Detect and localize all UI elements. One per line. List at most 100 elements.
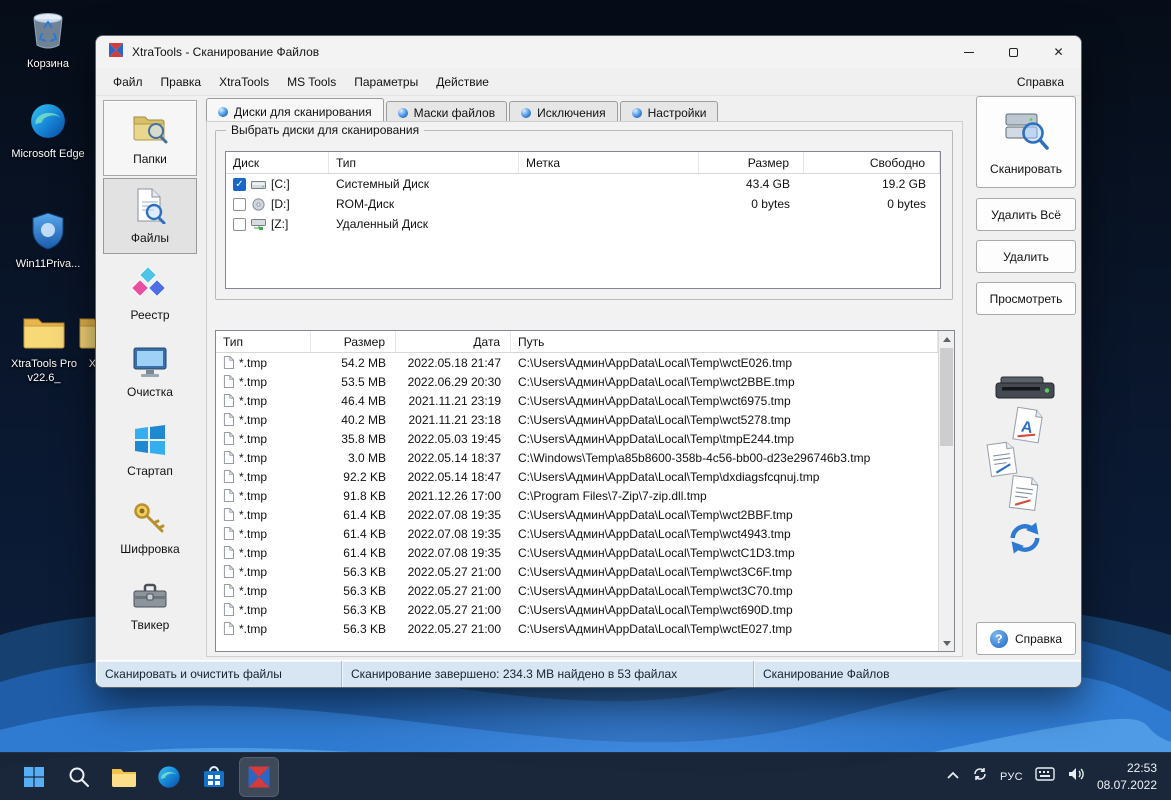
file-path: C:\Users\Админ\AppData\Local\Temp\wct2BB…	[518, 507, 793, 522]
sidebar-item-label: Стартап	[127, 463, 173, 478]
column-header-type[interactable]: Тип	[216, 331, 311, 352]
minimize-button[interactable]	[946, 36, 991, 68]
drive-row[interactable]: [Z:] Удаленный Диск	[226, 214, 940, 234]
sidebar-item-registry[interactable]: Реестр	[103, 256, 197, 332]
language-indicator[interactable]: РУС	[1000, 771, 1023, 783]
sidebar-item-cleanup[interactable]: Очистка	[103, 334, 197, 410]
scanner-device-icon	[994, 374, 1056, 402]
system-tray: РУС 22:53 08.07.2022	[946, 760, 1157, 792]
edge-button[interactable]	[149, 757, 189, 797]
column-header-label[interactable]: Метка	[519, 152, 699, 173]
desktop-icon-edge[interactable]: Microsoft Edge	[10, 102, 86, 162]
column-header-size[interactable]: Размер	[699, 152, 804, 173]
desktop-icon-label: Корзина	[27, 58, 69, 70]
drive-row[interactable]: ✓ [C:] Системный Диск 43.4 GB 19.2 GB	[226, 174, 940, 194]
sidebar-item-tweaker[interactable]: Твикер	[103, 568, 197, 644]
scroll-up-arrow[interactable]	[939, 331, 954, 347]
file-path: C:\Users\Админ\AppData\Local\Temp\wctE02…	[518, 355, 793, 370]
tray-chevron-up-icon[interactable]	[946, 768, 960, 786]
drive-groupbox: Выбрать диски для сканирования Диск Тип …	[215, 123, 953, 300]
folder-icon	[22, 314, 66, 355]
tray-sync-icon[interactable]	[972, 766, 988, 787]
file-icon	[223, 622, 234, 635]
file-row[interactable]: *.tmp 61.4 KB 2022.07.08 19:35 C:\Users\Адм…	[216, 505, 938, 524]
menu-file[interactable]: Файл	[104, 71, 152, 93]
desktop-icon-win11priva[interactable]: Win11Priva...	[10, 212, 86, 272]
menu-mstools[interactable]: MS Tools	[278, 71, 345, 93]
column-header-size[interactable]: Размер	[311, 331, 396, 352]
xtratools-taskbar-button[interactable]	[239, 756, 279, 797]
tab-dot-icon	[521, 108, 532, 118]
menu-xtratools[interactable]: XtraTools	[210, 71, 278, 93]
sidebar-item-files[interactable]: Файлы	[103, 178, 197, 254]
file-type: *.tmp	[216, 353, 311, 372]
drive-checkbox[interactable]: ✓	[233, 177, 246, 191]
column-header-disk[interactable]: Диск	[226, 152, 329, 173]
file-type: *.tmp	[216, 543, 311, 562]
drive-letter: [Z:]	[271, 217, 289, 231]
file-date: 2022.05.27 21:00	[407, 564, 501, 579]
touch-keyboard-icon[interactable]	[1035, 767, 1055, 786]
drive-checkbox[interactable]	[233, 217, 246, 231]
sidebar-item-folders[interactable]: Папки	[103, 100, 197, 176]
close-button[interactable]: ✕	[1036, 36, 1081, 68]
file-type: *.tmp	[216, 505, 311, 524]
drive-label	[519, 214, 699, 234]
menu-help[interactable]: Справка	[1008, 71, 1073, 93]
file-icon	[223, 584, 234, 597]
file-row[interactable]: *.tmp 61.4 KB 2022.07.08 19:35 C:\Users\Адм…	[216, 543, 938, 562]
file-path: C:\Users\Админ\AppData\Local\Temp\wct690…	[518, 602, 793, 617]
menu-action[interactable]: Действие	[427, 71, 498, 93]
drive-type: ROM-Диск	[336, 197, 395, 211]
desktop-icon-recycle-bin[interactable]: Корзина	[10, 8, 86, 72]
file-row[interactable]: *.tmp 46.4 MB 2021.11.21 23:19 C:\Users\Адм…	[216, 391, 938, 410]
file-explorer-button[interactable]	[104, 757, 144, 797]
store-button[interactable]	[194, 757, 234, 797]
desktop-icon-xtratools-folder[interactable]: XtraTools Pro v22.6_	[6, 314, 82, 386]
file-icon	[223, 375, 234, 388]
start-button[interactable]	[14, 757, 54, 797]
sidebar-item-label: Файлы	[130, 230, 170, 245]
column-header-date[interactable]: Дата	[396, 331, 511, 352]
vertical-scrollbar[interactable]	[938, 331, 954, 651]
sidebar-item-startup[interactable]: Стартап	[103, 412, 197, 488]
taskbar-clock[interactable]: 22:53 08.07.2022	[1097, 760, 1157, 792]
file-row[interactable]: *.tmp 56.3 KB 2022.05.27 21:00 C:\Users\Адм…	[216, 562, 938, 581]
file-row[interactable]: *.tmp 40.2 MB 2021.11.21 23:18 C:\Users\Адм…	[216, 410, 938, 429]
menu-params[interactable]: Параметры	[345, 71, 427, 93]
file-row[interactable]: *.tmp 56.3 KB 2022.05.27 21:00 C:\Users\Адм…	[216, 619, 938, 638]
file-icon	[223, 527, 234, 540]
drive-row[interactable]: [D:] ROM-Диск 0 bytes 0 bytes	[226, 194, 940, 214]
column-header-type[interactable]: Тип	[329, 152, 519, 173]
scan-button[interactable]: Сканировать	[976, 96, 1076, 188]
delete-button[interactable]: Удалить	[976, 240, 1076, 273]
delete-all-button[interactable]: Удалить Всё	[976, 198, 1076, 231]
maximize-button[interactable]	[991, 36, 1036, 68]
volume-icon[interactable]	[1067, 766, 1085, 787]
sidebar-item-encrypt[interactable]: Шифровка	[103, 490, 197, 566]
menu-edit[interactable]: Правка	[152, 71, 211, 93]
column-header-path[interactable]: Путь	[511, 331, 938, 352]
search-button[interactable]	[59, 757, 99, 797]
file-row[interactable]: *.tmp 91.8 KB 2021.12.26 17:00 C:\Program F…	[216, 486, 938, 505]
file-row[interactable]: *.tmp 92.2 KB 2022.05.14 18:47 C:\Users\Адм…	[216, 467, 938, 486]
window-controls: ✕	[946, 36, 1081, 68]
clock-time: 22:53	[1126, 761, 1157, 776]
file-row[interactable]: *.tmp 56.3 KB 2022.05.27 21:00 C:\Users\Адм…	[216, 581, 938, 600]
tab-dot-icon	[218, 106, 228, 117]
file-row[interactable]: *.tmp 35.8 MB 2022.05.03 19:45 C:\Users\Адм…	[216, 429, 938, 448]
view-button[interactable]: Просмотреть	[976, 282, 1076, 315]
file-date: 2022.05.14 18:37	[407, 450, 501, 465]
scrollbar-thumb[interactable]	[940, 348, 953, 446]
file-row[interactable]: *.tmp 53.5 MB 2022.06.29 20:30 C:\Users\Адм…	[216, 372, 938, 391]
file-row[interactable]: *.tmp 54.2 MB 2022.05.18 21:47 C:\Users\Адм…	[216, 353, 938, 372]
scroll-down-arrow[interactable]	[939, 635, 954, 651]
file-type: *.tmp	[216, 486, 311, 505]
file-row[interactable]: *.tmp 56.3 KB 2022.05.27 21:00 C:\Users\Адм…	[216, 600, 938, 619]
file-row[interactable]: *.tmp 3.0 MB 2022.05.14 18:37 C:\Windows\Te…	[216, 448, 938, 467]
registry-icon	[130, 265, 168, 304]
help-button[interactable]: ? Справка	[976, 622, 1076, 655]
drive-checkbox[interactable]	[233, 197, 246, 211]
column-header-free[interactable]: Свободно	[804, 152, 940, 173]
file-row[interactable]: *.tmp 61.4 KB 2022.07.08 19:35 C:\Users\Адм…	[216, 524, 938, 543]
